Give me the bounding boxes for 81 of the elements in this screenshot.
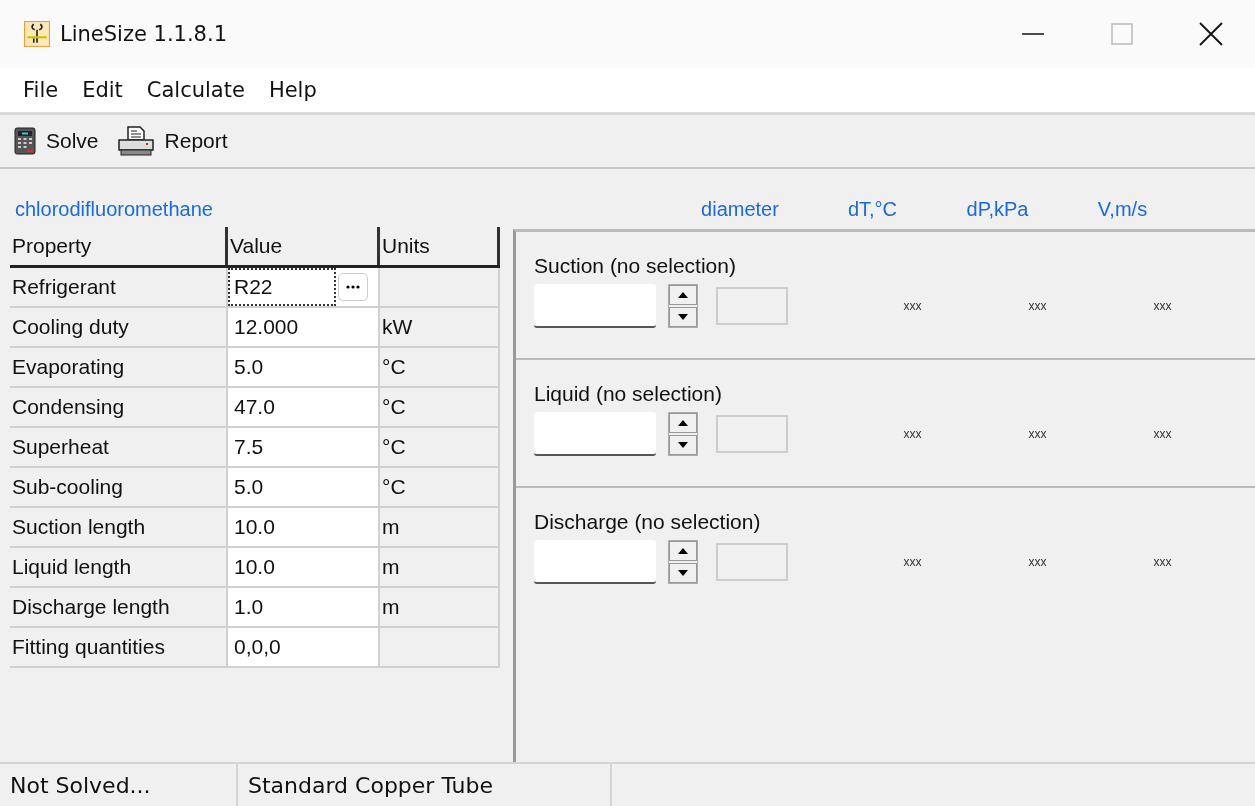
- up-arrow-icon: [678, 420, 688, 426]
- down-arrow-icon: [678, 442, 688, 448]
- column-header: dP,kPa: [965, 198, 1030, 221]
- table-cell: kW: [380, 308, 500, 348]
- table-cell: °C: [380, 388, 500, 428]
- table-cell: Condensing: [10, 388, 228, 428]
- toolbar-button[interactable]: Solve: [10, 127, 103, 155]
- readonly-field: [716, 415, 788, 453]
- window-title: LineSize 1.1.8.1: [60, 22, 227, 46]
- result-value: xxx: [1027, 427, 1048, 441]
- spin-up-button[interactable]: [669, 541, 697, 561]
- spin-up-button[interactable]: [669, 413, 697, 433]
- table-cell: Suction length: [10, 508, 228, 548]
- result-value: xxx: [1152, 299, 1173, 313]
- diameter-field[interactable]: [534, 284, 656, 328]
- result-value: xxx: [1027, 555, 1048, 569]
- column-header: dT,°C: [846, 198, 899, 221]
- refrigerant-name: chlorodifluoromethane: [15, 198, 213, 221]
- table-cell: m: [380, 548, 500, 588]
- readonly-field: [716, 287, 788, 325]
- printer-icon: [116, 126, 155, 156]
- diameter-field[interactable]: [534, 540, 656, 584]
- section-title: Discharge (no selection): [534, 510, 761, 534]
- browse-button[interactable]: [338, 273, 368, 301]
- value-field[interactable]: 5.0: [228, 468, 380, 508]
- menu-item[interactable]: Help: [259, 78, 326, 102]
- table-cell: Cooling duty: [10, 308, 228, 348]
- value-field[interactable]: 10.0: [228, 508, 380, 548]
- table-cell: Superheat: [10, 428, 228, 468]
- table-cell: Fitting quantities: [10, 628, 228, 668]
- spin-up-button[interactable]: [669, 285, 697, 305]
- column-header[interactable]: Units: [380, 227, 500, 265]
- table-cell: Discharge length: [10, 588, 228, 628]
- toolbar-button[interactable]: Report: [112, 126, 232, 156]
- table-cell: °C: [380, 428, 500, 468]
- up-arrow-icon: [678, 292, 688, 298]
- table-cell: m: [380, 588, 500, 628]
- value-field[interactable]: 10.0: [228, 548, 380, 588]
- diameter-field[interactable]: [534, 412, 656, 456]
- status-text: Standard Copper Tube: [238, 764, 612, 806]
- app-icon: [24, 21, 50, 47]
- section-title: Liquid (no selection): [534, 382, 722, 406]
- value-field[interactable]: 47.0: [228, 388, 380, 428]
- value-field[interactable]: 5.0: [228, 348, 380, 388]
- close-icon[interactable]: [1199, 22, 1223, 46]
- table-cell: Refrigerant: [10, 268, 228, 308]
- value-field[interactable]: 12.000: [228, 308, 380, 348]
- column-header: diameter: [700, 198, 780, 221]
- readonly-field: [716, 543, 788, 581]
- table-cell: °C: [380, 468, 500, 508]
- value-field[interactable]: 1.0: [228, 588, 380, 628]
- result-value: xxx: [1152, 427, 1173, 441]
- value-field[interactable]: 0,0,0: [228, 628, 380, 668]
- spin-down-button[interactable]: [669, 563, 697, 583]
- down-arrow-icon: [678, 314, 688, 320]
- table-cell: Sub-cooling: [10, 468, 228, 508]
- section-title: Suction (no selection): [534, 254, 736, 278]
- column-header[interactable]: Value: [228, 227, 380, 265]
- value-field[interactable]: 7.5: [228, 428, 380, 468]
- result-value: xxx: [902, 427, 923, 441]
- menu-item[interactable]: File: [14, 78, 68, 102]
- menu-item[interactable]: Edit: [73, 78, 132, 102]
- spin-down-button[interactable]: [669, 435, 697, 455]
- result-value: xxx: [902, 555, 923, 569]
- value-field[interactable]: R22: [228, 268, 336, 306]
- spin-down-button[interactable]: [669, 307, 697, 327]
- table-cell: m: [380, 508, 500, 548]
- column-header[interactable]: Property: [10, 227, 228, 265]
- result-value: xxx: [902, 299, 923, 313]
- column-header: V,m/s: [1096, 198, 1149, 221]
- down-arrow-icon: [678, 570, 688, 576]
- table-cell: Evaporating: [10, 348, 228, 388]
- status-text: Not Solved...: [0, 764, 238, 806]
- up-arrow-icon: [678, 548, 688, 554]
- result-value: xxx: [1152, 555, 1173, 569]
- menu-item[interactable]: Calculate: [137, 78, 254, 102]
- calculator-icon: [14, 127, 36, 155]
- ellipsis-icon: [346, 285, 360, 289]
- result-value: xxx: [1027, 299, 1048, 313]
- table-cell: °C: [380, 348, 500, 388]
- table-cell: Liquid length: [10, 548, 228, 588]
